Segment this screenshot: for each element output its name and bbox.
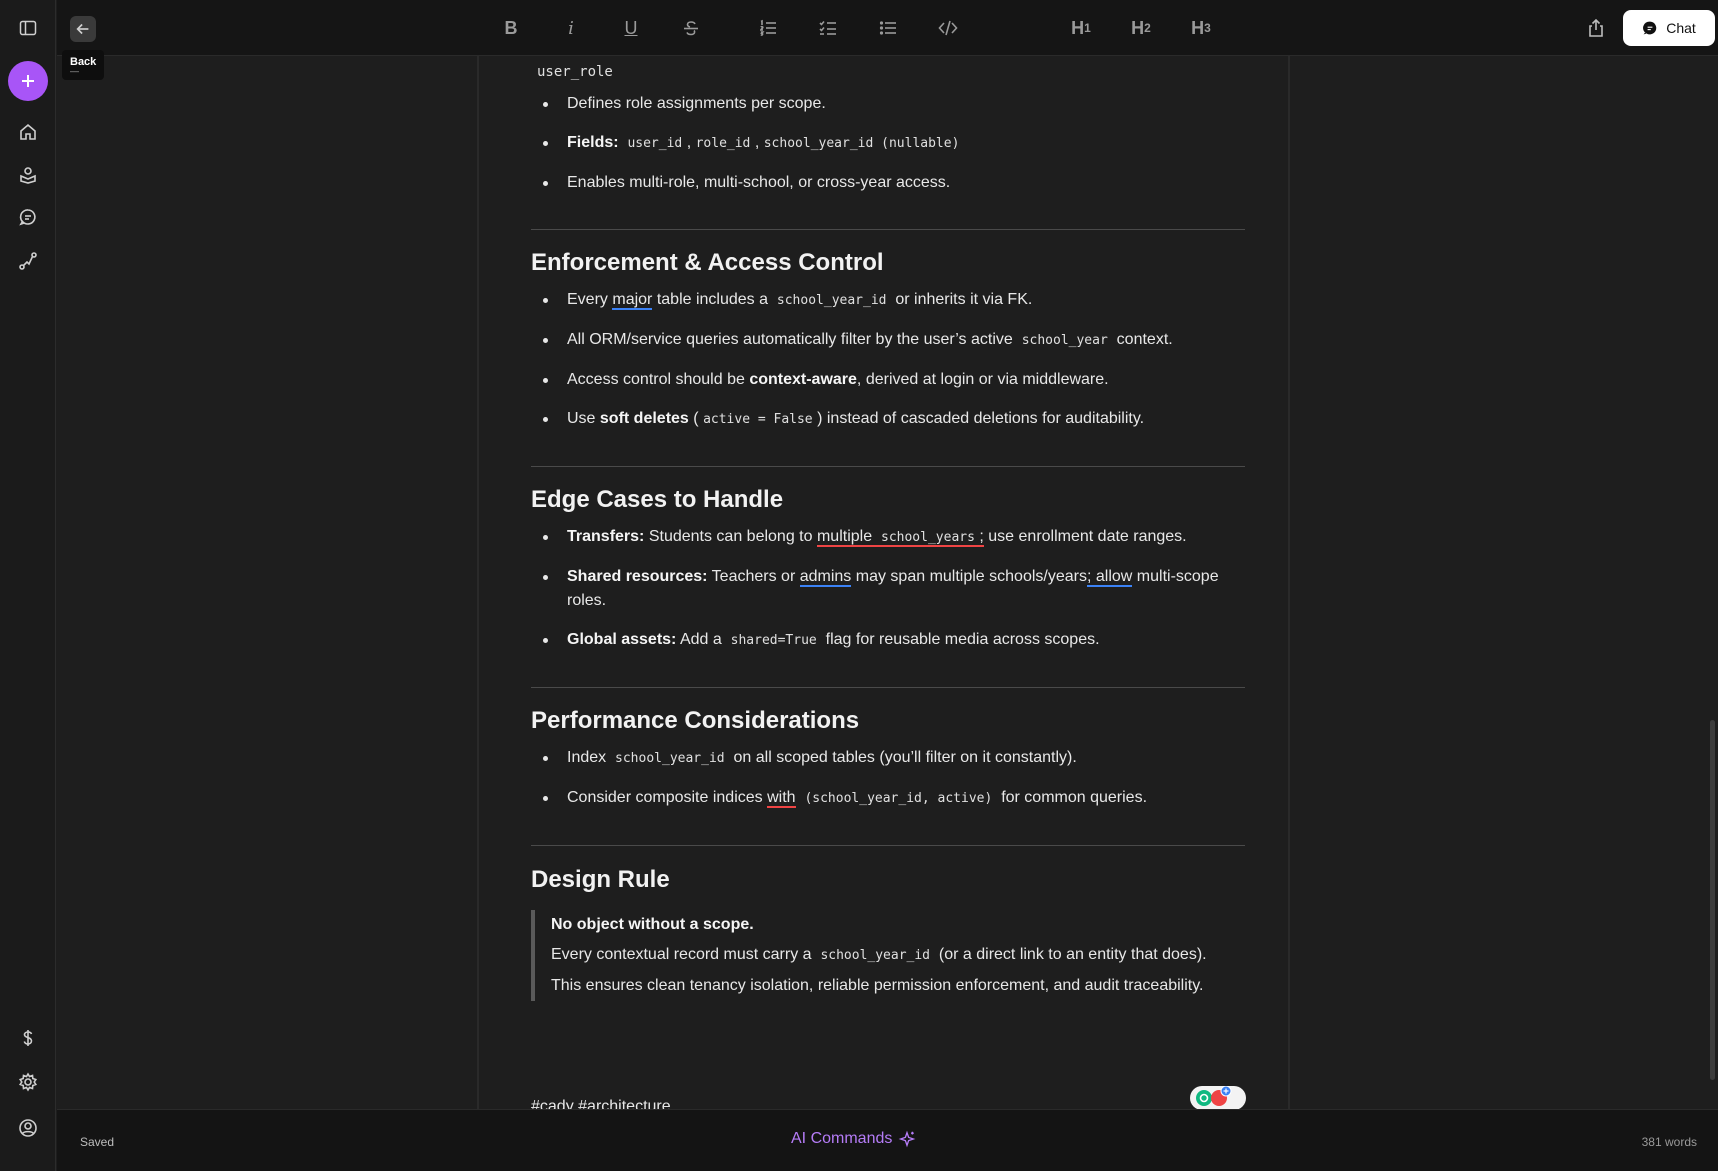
library-icon[interactable] — [14, 161, 42, 189]
list-item[interactable]: All ORM/service queries automatically fi… — [531, 328, 1245, 353]
divider — [531, 845, 1245, 846]
ordered-list-icon — [759, 19, 776, 36]
enforcement-list: Every major table includes a school_year… — [531, 288, 1245, 432]
heading-edge-cases: Edge Cases to Handle — [531, 486, 784, 513]
bold-icon: B — [504, 17, 518, 38]
billing-icon[interactable] — [14, 1024, 42, 1052]
edge-cases-list: Transfers: Students can belong to multip… — [531, 525, 1245, 653]
heading-enforcement: Enforcement & Access Control — [531, 249, 884, 276]
sparkle-icon — [899, 1130, 916, 1148]
strikethrough-icon — [684, 21, 698, 36]
heading-performance: Performance Considerations — [531, 707, 860, 734]
share-button[interactable] — [1582, 14, 1610, 42]
list-item[interactable]: Transfers: Students can belong to multip… — [531, 525, 1245, 550]
code-icon — [938, 20, 958, 36]
bold-button[interactable]: B — [496, 14, 526, 42]
underline-button[interactable]: U — [616, 14, 646, 42]
settings-gear-icon[interactable] — [14, 1068, 42, 1096]
list-item[interactable]: Enables multi-role, multi-school, or cro… — [531, 171, 1245, 195]
plus-icon — [22, 75, 34, 87]
heading-design-rule: Design Rule — [531, 866, 670, 893]
ordered-list-button[interactable] — [753, 14, 783, 42]
divider — [531, 229, 1245, 230]
list-item[interactable]: Every major table includes a school_year… — [531, 288, 1245, 313]
back-button[interactable] — [70, 16, 96, 42]
share-icon — [1589, 18, 1603, 37]
sidebar-toggle-icon[interactable] — [14, 14, 42, 42]
spelling-error[interactable]: multiple school_years ; — [816, 528, 984, 547]
checklist-icon — [819, 20, 836, 35]
word-count: 381 words — [1641, 1135, 1697, 1149]
bullet-list-button[interactable] — [873, 14, 903, 42]
quote-line: No object without a scope. — [551, 916, 754, 933]
document-editor[interactable]: user_role Defines role assignments per s… — [57, 56, 1718, 1109]
formatting-toolbar: B i U H1 H2 H3 Chat — [57, 0, 1718, 56]
list-item[interactable]: Use soft deletes ( active = False ) inst… — [531, 407, 1245, 432]
divider — [531, 466, 1245, 467]
account-avatar-icon[interactable] — [14, 1114, 42, 1142]
back-tooltip: Back — — [62, 50, 105, 80]
grammar-suggestion[interactable]: ; allow — [1086, 568, 1133, 587]
list-item[interactable]: Index school_year_id on all scoped table… — [531, 746, 1245, 771]
spelling-error[interactable]: with — [767, 789, 796, 808]
italic-button[interactable]: i — [556, 14, 586, 42]
code-block-button[interactable] — [933, 14, 963, 42]
list-item[interactable]: Access control should be context-aware, … — [531, 368, 1245, 392]
heading-1-button[interactable]: H1 — [1066, 14, 1096, 42]
list-item[interactable]: Defines role assignments per scope. — [531, 92, 1245, 116]
design-rule-blockquote: No object without a scope. Every context… — [531, 910, 1245, 1001]
quote-line: Every contextual record must carry a sch… — [551, 946, 1207, 963]
chat-button[interactable]: Chat — [1623, 10, 1715, 46]
scrollbar-thumb[interactable] — [1710, 720, 1715, 1080]
page-border-left — [477, 56, 479, 1109]
strikethrough-button[interactable] — [676, 14, 706, 42]
new-document-button[interactable] — [8, 61, 48, 101]
chat-label: Chat — [1666, 20, 1696, 36]
ai-commands-button[interactable]: AI Commands — [791, 1130, 916, 1148]
quote-line: This ensures clean tenancy isolation, re… — [551, 977, 1204, 994]
save-status: Saved — [80, 1135, 115, 1149]
bullet-list-icon — [879, 21, 896, 35]
underline-icon: U — [624, 17, 638, 38]
grammar-checker-icon — [1196, 1085, 1232, 1106]
chat-bubble-icon — [1643, 21, 1657, 35]
page-border-right — [1288, 56, 1290, 1109]
document-tags[interactable]: #cady #architecture — [531, 1098, 671, 1109]
home-icon[interactable] — [14, 118, 42, 146]
left-rail — [0, 0, 56, 1171]
arrow-left-icon — [76, 23, 89, 35]
task-list-button[interactable] — [813, 14, 843, 42]
list-item[interactable]: Consider composite indices with (school_… — [531, 786, 1245, 811]
back-shortcut: — — [70, 66, 79, 76]
performance-list: Index school_year_id on all scoped table… — [531, 746, 1245, 811]
heading-2-button[interactable]: H2 — [1126, 14, 1156, 42]
comments-icon[interactable] — [14, 203, 42, 231]
list-item[interactable]: Shared resources: Teachers or admins may… — [531, 565, 1245, 613]
heading-3-button[interactable]: H3 — [1186, 14, 1216, 42]
list-item[interactable]: Fields: user_id , role_id , school_year_… — [531, 131, 1245, 156]
divider — [531, 687, 1245, 688]
section-title-user-role: user_role — [537, 64, 613, 80]
user-role-list: Defines role assignments per scope. Fiel… — [531, 92, 1245, 195]
list-item[interactable]: Global assets: Add a shared=True flag fo… — [531, 628, 1245, 653]
status-bar: Saved AI Commands 381 words — [57, 1109, 1718, 1171]
grammar-checker-widget[interactable] — [1190, 1085, 1246, 1109]
grammar-suggestion[interactable]: major — [612, 291, 653, 310]
workflow-icon[interactable] — [14, 247, 42, 275]
grammar-suggestion[interactable]: admins — [799, 568, 852, 587]
italic-icon: i — [568, 17, 574, 39]
